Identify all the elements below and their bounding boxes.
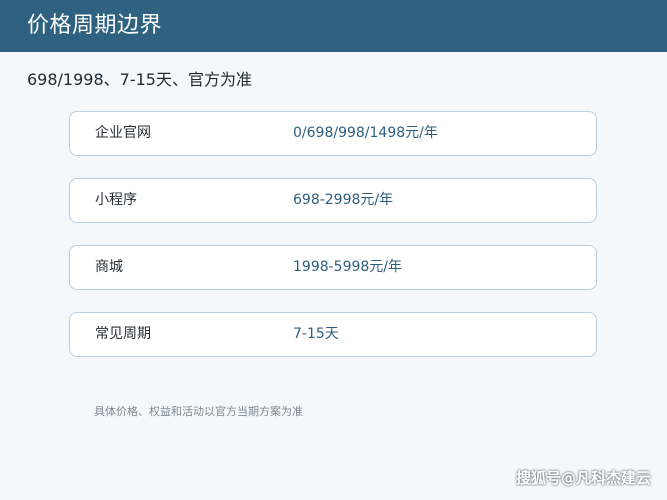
list-item-value: 1998-5998元/年 [293, 259, 403, 275]
list-item-label: 商城 [95, 259, 123, 275]
list-item-enterprise-site: 企业官网 0/698/998/1498元/年 [69, 111, 597, 156]
list-item-label: 小程序 [95, 192, 137, 208]
list-item-label: 企业官网 [95, 125, 151, 141]
list-item-label: 常见周期 [95, 326, 151, 342]
list-item-value: 7-15天 [293, 326, 339, 342]
list-item-value: 698-2998元/年 [293, 192, 394, 208]
watermark: 搜狐号@凡科杰建云 [515, 469, 651, 487]
list-item-mall: 商城 1998-5998元/年 [69, 245, 597, 290]
page-subtitle: 698/1998、7-15天、官方为准 [27, 70, 252, 89]
list-item-mini-program: 小程序 698-2998元/年 [69, 178, 597, 223]
header-bar: 价格周期边界 [0, 0, 667, 52]
list-item-value: 0/698/998/1498元/年 [293, 125, 438, 141]
page-title: 价格周期边界 [27, 13, 163, 38]
pricing-list: 企业官网 0/698/998/1498元/年 小程序 698-2998元/年 商… [69, 111, 599, 379]
list-item-common-cycle: 常见周期 7-15天 [69, 312, 597, 357]
disclaimer-note: 具体价格、权益和活动以官方当期方案为准 [94, 405, 303, 418]
